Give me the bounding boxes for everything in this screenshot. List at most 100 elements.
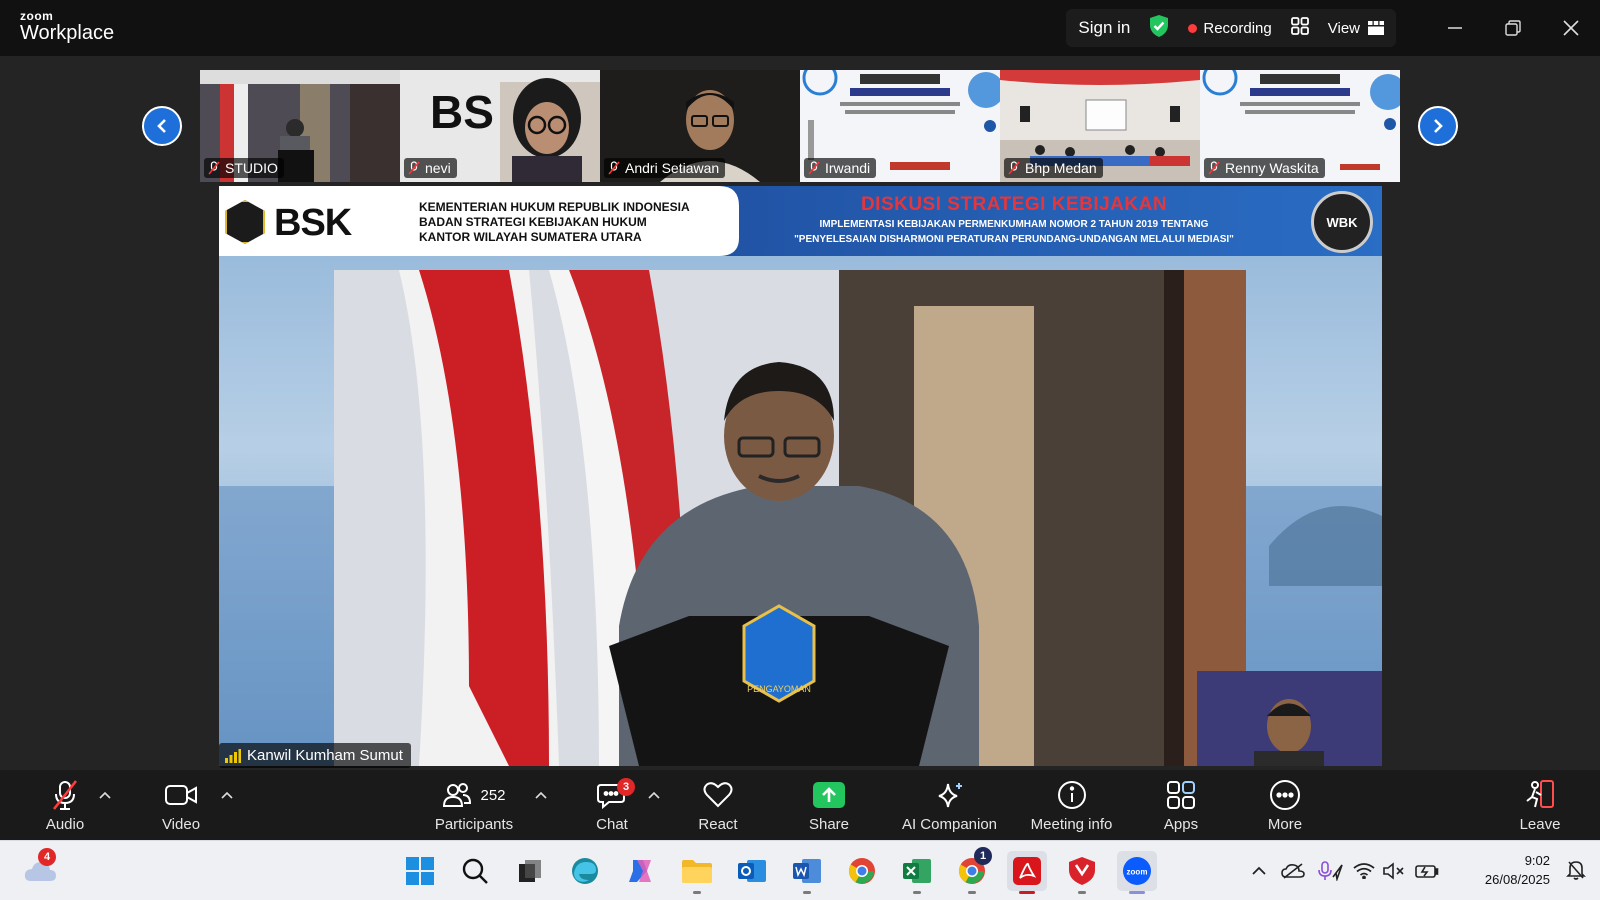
outlook-taskbar-button[interactable] xyxy=(732,851,772,891)
leave-button[interactable]: Leave xyxy=(1485,778,1595,833)
previous-page-button[interactable] xyxy=(142,106,182,146)
participant-name-tag: nevi xyxy=(404,158,457,178)
event-title: DISKUSI STRATEGI KEBIJAKAN xyxy=(860,194,1168,215)
gallery-grid-icon[interactable] xyxy=(1290,16,1310,41)
participant-tile[interactable]: STUDIO xyxy=(200,70,400,182)
notifications-bell-icon[interactable] xyxy=(1566,859,1586,886)
running-indicator xyxy=(1019,891,1035,894)
share-button[interactable]: Share xyxy=(774,778,884,833)
search-button[interactable] xyxy=(455,851,495,891)
recording-indicator[interactable]: Recording xyxy=(1188,19,1272,37)
task-view-button[interactable] xyxy=(510,851,550,891)
copilot-taskbar-button[interactable] xyxy=(620,851,660,891)
active-speaker-video[interactable]: PENGAYOMAN BSK KEMENTERIAN HUKUM REPUBLI… xyxy=(219,186,1382,766)
acrobat-taskbar-button[interactable] xyxy=(1007,851,1047,894)
zoom-app-icon: zoom xyxy=(1123,857,1151,885)
excel-icon xyxy=(903,859,931,883)
participant-name-tag: Irwandi xyxy=(804,158,877,178)
participants-options-chevron-icon[interactable] xyxy=(535,788,547,802)
camera-icon xyxy=(165,785,197,805)
weather-widget[interactable]: 4 xyxy=(20,848,60,891)
zoom-logo: zoom Workplace xyxy=(20,10,114,43)
info-icon xyxy=(1057,781,1086,809)
recording-dot-icon xyxy=(1188,23,1198,33)
apps-button[interactable]: Apps xyxy=(1126,778,1236,833)
more-button[interactable]: More xyxy=(1230,778,1340,833)
signal-strength-icon xyxy=(225,748,241,763)
participant-name: STUDIO xyxy=(225,160,278,176)
chrome-profile-taskbar-button[interactable]: 1 xyxy=(952,847,992,894)
sign-in-link[interactable]: Sign in xyxy=(1078,18,1130,38)
participant-thumbnail-strip: STUDIO BS nevi Andri Setiawan Irwandi Bh… xyxy=(200,70,1400,182)
more-label: More xyxy=(1267,816,1303,833)
participant-tile[interactable]: Renny Waskita xyxy=(1200,70,1400,182)
meeting-info-button[interactable]: Meeting info xyxy=(1014,778,1129,833)
clock-date: 26/08/2025 xyxy=(1484,872,1550,887)
audio-options-chevron-icon[interactable] xyxy=(99,788,111,802)
next-page-button[interactable] xyxy=(1418,106,1458,146)
ai-companion-button[interactable]: AI Companion xyxy=(892,778,1007,833)
word-taskbar-button[interactable] xyxy=(787,851,827,894)
event-subtitle-1: IMPLEMENTASI KEBIJAKAN PERMENKUMHAM NOMO… xyxy=(819,219,1209,230)
file-explorer-taskbar-button[interactable] xyxy=(677,851,717,894)
brand-top: zoom xyxy=(20,9,54,23)
chat-options-chevron-icon[interactable] xyxy=(648,788,660,802)
encryption-shield-icon[interactable] xyxy=(1148,14,1170,43)
chrome-icon xyxy=(848,858,875,884)
restore-button[interactable] xyxy=(1484,0,1542,56)
participant-name-tag: STUDIO xyxy=(204,158,284,178)
windows-logo-icon xyxy=(406,857,434,885)
participant-tile[interactable]: Andri Setiawan xyxy=(600,70,800,182)
system-tray xyxy=(1245,841,1445,900)
mic-muted-icon xyxy=(608,161,620,175)
react-button[interactable]: React xyxy=(663,778,773,833)
brand-bottom: Workplace xyxy=(20,22,115,44)
microphone-in-use-icon[interactable] xyxy=(1313,861,1349,881)
participants-button[interactable]: 252 Participants xyxy=(419,778,529,833)
wifi-icon[interactable] xyxy=(1349,863,1379,879)
view-button[interactable]: View xyxy=(1328,20,1384,37)
word-icon xyxy=(793,859,821,883)
chevron-right-icon xyxy=(1434,119,1443,133)
leave-label: Leave xyxy=(1519,816,1561,833)
participant-count: 252 xyxy=(480,786,506,804)
chrome-taskbar-button[interactable] xyxy=(842,851,882,891)
chat-button[interactable]: Chat xyxy=(557,778,667,833)
weather-badge: 4 xyxy=(38,848,56,866)
speaker-name-tag: Kanwil Kumham Sumut xyxy=(219,743,411,768)
battery-icon[interactable] xyxy=(1409,863,1445,879)
excel-taskbar-button[interactable] xyxy=(897,851,937,894)
running-indicator xyxy=(968,891,976,894)
close-button[interactable] xyxy=(1542,0,1600,56)
participant-tile[interactable]: BS nevi xyxy=(400,70,600,182)
participant-tile[interactable]: Bhp Medan xyxy=(1000,70,1200,182)
svg-text:zoom: zoom xyxy=(1127,868,1148,877)
recording-label: Recording xyxy=(1203,19,1272,37)
minimize-button[interactable] xyxy=(1426,0,1484,56)
zoom-taskbar-button[interactable]: zoom xyxy=(1117,851,1157,894)
video-button[interactable]: Video xyxy=(126,778,236,833)
video-options-chevron-icon[interactable] xyxy=(221,788,233,802)
start-button[interactable] xyxy=(400,851,440,891)
system-clock[interactable]: 9:02 26/08/2025 xyxy=(1485,851,1550,889)
chat-unread-badge: 3 xyxy=(617,778,635,796)
participant-name: nevi xyxy=(425,160,451,176)
mic-muted-icon xyxy=(408,161,420,175)
onedrive-icon[interactable] xyxy=(1273,863,1313,879)
mic-muted-icon xyxy=(52,780,78,810)
close-icon xyxy=(1563,20,1579,36)
edge-taskbar-button[interactable] xyxy=(565,851,605,891)
chevron-left-icon xyxy=(157,119,166,133)
leave-icon xyxy=(1526,780,1554,808)
participant-tile[interactable]: Irwandi xyxy=(800,70,1000,182)
speaker-video-feed: PENGAYOMAN xyxy=(219,186,1382,766)
video-label: Video xyxy=(161,816,201,833)
meeting-toolbar: Audio Video 252 Participants Chat 3 Reac… xyxy=(0,770,1600,840)
org-line-1: KEMENTERIAN HUKUM REPUBLIK INDONESIA xyxy=(419,200,690,214)
audio-button[interactable]: Audio xyxy=(10,778,120,833)
restore-icon xyxy=(1505,20,1521,36)
security-taskbar-button[interactable] xyxy=(1062,851,1102,894)
show-hidden-icons-chevron-icon[interactable] xyxy=(1245,866,1273,876)
sparkle-icon xyxy=(938,783,962,808)
speaker-muted-icon[interactable] xyxy=(1379,862,1409,880)
